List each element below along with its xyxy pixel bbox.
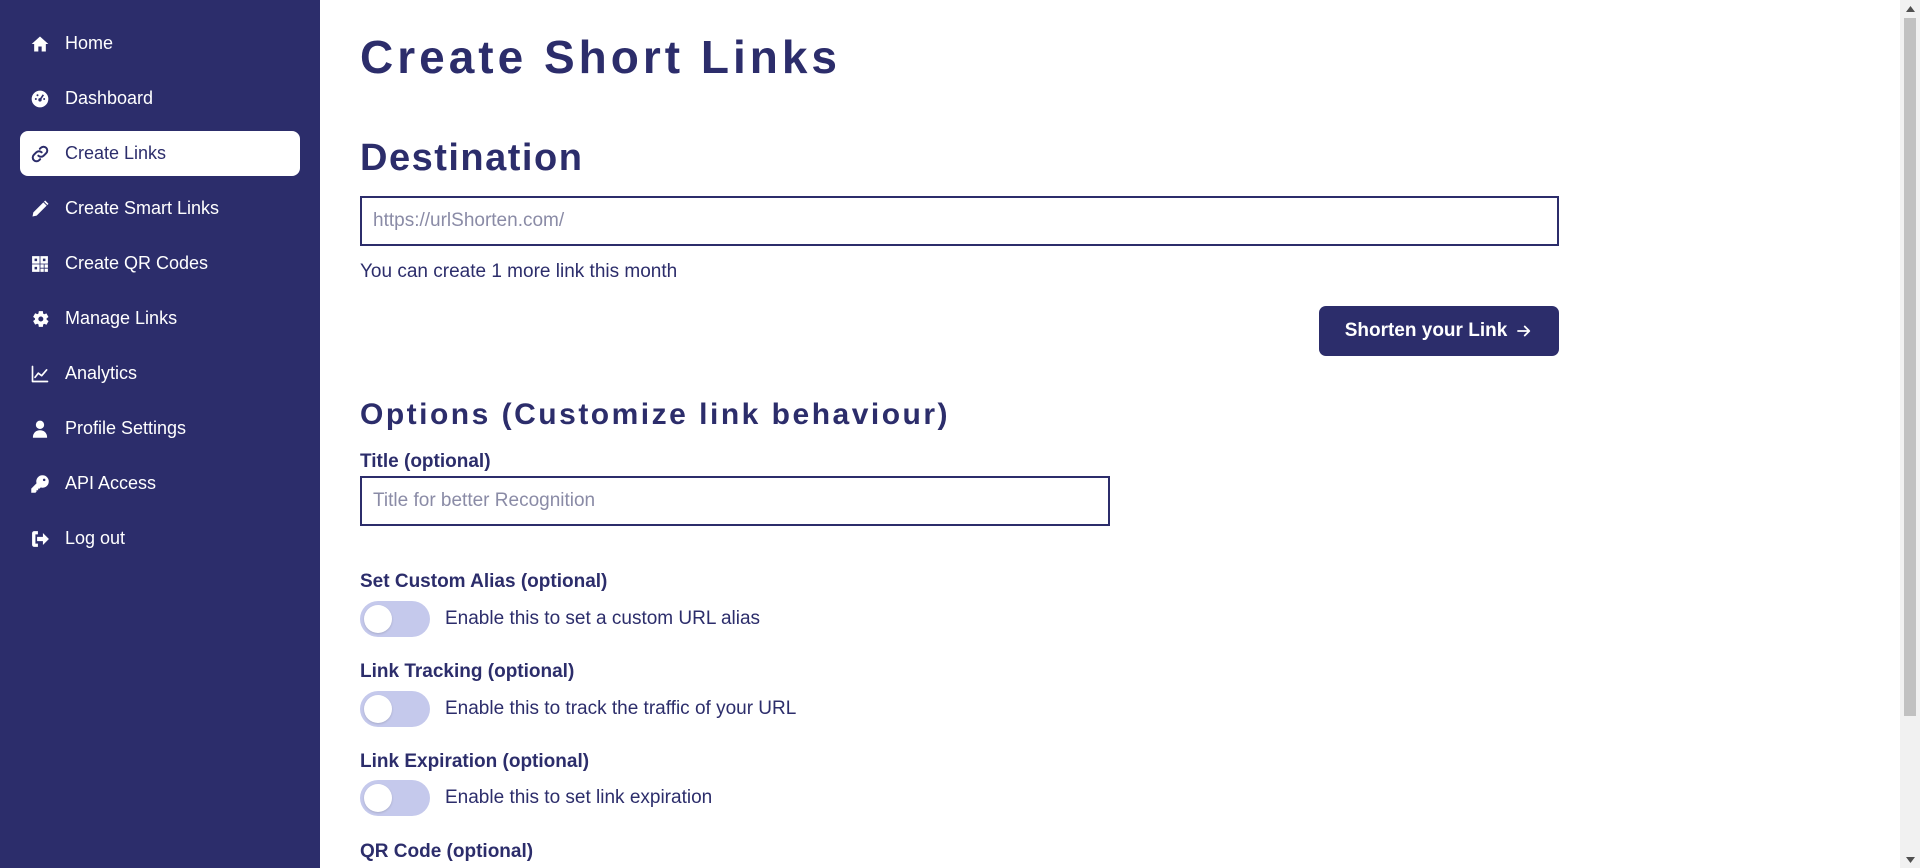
app-root: Home Dashboard Create Links Create Smart… [0,0,1920,868]
destination-url-input[interactable] [360,196,1559,246]
scroll-up-arrow-icon[interactable] [1900,0,1920,17]
sidebar-item-log-out[interactable]: Log out [20,516,300,561]
user-icon [29,418,51,440]
toggle-knob [364,695,392,723]
sidebar-item-api-access[interactable]: API Access [20,461,300,506]
options-heading: Options (Customize link behaviour) [360,398,951,431]
main-content: Create Short Links Destination You can c… [320,0,1900,868]
pencil-icon [29,198,51,220]
link-expiration-row: Enable this to set link expiration [360,780,712,816]
custom-alias-label: Set Custom Alias (optional) [360,571,608,592]
vertical-scrollbar[interactable] [1900,0,1920,868]
link-tracking-row: Enable this to track the traffic of your… [360,691,796,727]
sidebar-item-label: Profile Settings [65,418,187,438]
link-expiration-label: Link Expiration (optional) [360,751,590,772]
shorten-link-button[interactable]: Shorten your Link [1319,306,1559,356]
link-quota-hint: You can create 1 more link this month [360,261,678,282]
title-input[interactable] [360,476,1110,526]
title-field-label: Title (optional) [360,451,491,472]
scrollbar-thumb[interactable] [1904,18,1916,716]
sidebar-item-create-links[interactable]: Create Links [20,131,300,176]
sidebar-item-dashboard[interactable]: Dashboard [20,76,300,121]
sidebar-item-label: Log out [65,528,126,548]
link-tracking-toggle[interactable] [360,691,430,727]
custom-alias-toggle[interactable] [360,601,430,637]
custom-alias-row: Enable this to set a custom URL alias [360,601,760,637]
toggle-knob [364,784,392,812]
link-tracking-label: Link Tracking (optional) [360,661,575,682]
sidebar-item-label: Create Smart Links [65,198,220,218]
key-icon [29,473,51,495]
home-icon [29,33,51,55]
sidebar: Home Dashboard Create Links Create Smart… [0,0,320,868]
arrow-right-icon [1517,325,1531,337]
sidebar-item-label: Create Links [65,143,167,163]
scroll-down-arrow-icon[interactable] [1900,851,1920,868]
shorten-link-button-label: Shorten your Link [1344,320,1508,341]
sidebar-item-label: Create QR Codes [65,253,209,273]
sidebar-item-manage-links[interactable]: Manage Links [20,296,300,341]
link-tracking-description: Enable this to track the traffic of your… [445,698,797,719]
custom-alias-description: Enable this to set a custom URL alias [445,608,761,629]
sidebar-item-profile-settings[interactable]: Profile Settings [20,406,300,451]
sidebar-item-create-smart-links[interactable]: Create Smart Links [20,186,300,231]
sidebar-item-label: Manage Links [65,308,178,328]
sidebar-item-home[interactable]: Home [20,21,300,66]
sidebar-item-label: API Access [65,473,157,493]
qr-code-icon [29,253,51,275]
page-title: Create Short Links [360,31,841,83]
link-expiration-description: Enable this to set link expiration [445,787,713,808]
sidebar-item-label: Dashboard [65,88,154,108]
sidebar-item-label: Home [65,33,114,53]
dashboard-gauge-icon [29,88,51,110]
sidebar-item-label: Analytics [65,363,138,383]
logout-icon [29,528,51,550]
link-icon [29,143,51,165]
link-expiration-toggle[interactable] [360,780,430,816]
sidebar-item-create-qr-codes[interactable]: Create QR Codes [20,241,300,286]
toggle-knob [364,605,392,633]
destination-heading: Destination [360,137,584,179]
line-chart-icon [29,363,51,385]
gear-icon [29,308,51,330]
sidebar-item-analytics[interactable]: Analytics [20,351,300,396]
qr-code-label: QR Code (optional) [360,841,534,862]
